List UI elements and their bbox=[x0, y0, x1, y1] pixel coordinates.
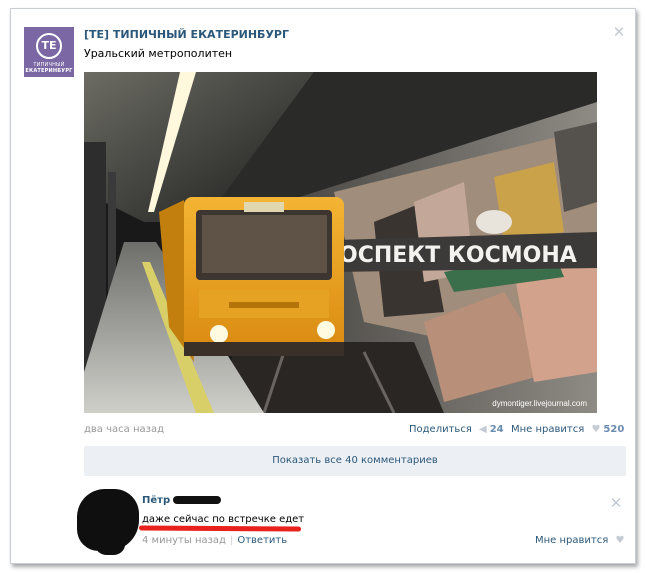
comment-close-icon[interactable]: ✕ bbox=[609, 496, 623, 511]
wall-post-card: ✕ ТЕ ТИПИЧНЫЙ ЕКАТЕРИНБУРГ [ТЕ] ТИПИЧНЫЙ… bbox=[10, 8, 636, 564]
share-count: 24 bbox=[489, 424, 504, 435]
comment-author-avatar[interactable] bbox=[77, 489, 139, 555]
share-button[interactable]: Поделиться ◀ 24 bbox=[409, 424, 504, 435]
redacted-surname-blot bbox=[173, 496, 222, 504]
heart-icon: ♥ bbox=[615, 535, 625, 546]
station-sign-text: ОСПЕКТ КОСМОНА bbox=[339, 243, 577, 268]
comment-author-link[interactable]: Пётр bbox=[142, 495, 222, 506]
share-label: Поделиться bbox=[409, 424, 472, 435]
like-label: Мне нравится bbox=[511, 424, 585, 435]
comment-like-label: Мне нравится bbox=[535, 535, 609, 546]
like-count: 520 bbox=[603, 424, 625, 435]
reply-button[interactable]: Ответить bbox=[237, 535, 287, 546]
post-time[interactable]: два часа назад bbox=[84, 424, 164, 435]
like-button[interactable]: Мне нравится ♥ 520 bbox=[511, 424, 624, 435]
post-photo[interactable]: ОСПЕКТ КОСМОНА dymontiger.livejournal.co… bbox=[84, 72, 597, 413]
community-logo-monogram: ТЕ bbox=[36, 33, 62, 59]
post-close-icon[interactable]: ✕ bbox=[612, 25, 626, 40]
photo-watermark: dymontiger.livejournal.com bbox=[492, 399, 587, 408]
show-all-comments-button[interactable]: Показать все 40 комментариев bbox=[84, 446, 626, 476]
red-highlight-underline bbox=[138, 525, 302, 532]
comment-meta: 4 минуты назад | Ответить bbox=[142, 535, 287, 546]
comment-text: даже сейчас по встречке едет bbox=[142, 514, 305, 525]
community-avatar[interactable]: ТЕ ТИПИЧНЫЙ ЕКАТЕРИНБУРГ bbox=[24, 27, 74, 77]
comment-like-button[interactable]: Мне нравится ♥ bbox=[535, 535, 624, 546]
community-name-link[interactable]: [ТЕ] ТИПИЧНЫЙ ЕКАТЕРИНБУРГ bbox=[84, 28, 289, 41]
metro-bus-photo: ОСПЕКТ КОСМОНА bbox=[84, 72, 597, 413]
post-text: Уральский метрополитен bbox=[84, 47, 233, 60]
meta-separator: | bbox=[229, 535, 234, 546]
yellow-bus-illustration bbox=[159, 197, 344, 362]
heart-icon: ♥ bbox=[591, 424, 601, 435]
community-logo-caption-2: ЕКАТЕРИНБУРГ bbox=[25, 68, 73, 74]
megaphone-icon: ◀ bbox=[479, 424, 487, 435]
comment-time[interactable]: 4 минуты назад bbox=[142, 535, 226, 546]
comment-author-first-name: Пётр bbox=[142, 495, 171, 506]
